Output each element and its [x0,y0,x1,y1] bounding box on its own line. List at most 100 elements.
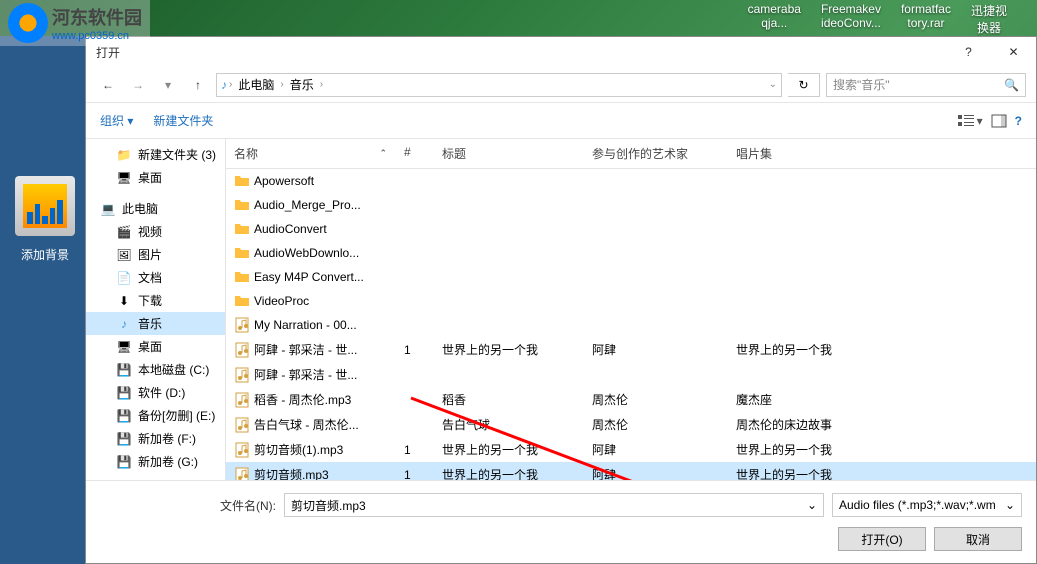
tree-item-新建文件夹 (3)[interactable]: 📁新建文件夹 (3) [86,143,225,166]
dialog-title: 打开 [96,44,946,61]
disk-icon: 💾 [116,362,132,378]
folder-icon [234,197,250,213]
tree-item-备份[勿删] (E:)[interactable]: 💾备份[勿删] (E:) [86,404,225,427]
breadcrumb-music[interactable]: 音乐 [286,76,318,93]
file-row[interactable]: 剪切音频(1).mp3 1 世界上的另一个我 阿肆 世界上的另一个我 [226,437,1036,462]
tree-item-图片[interactable]: 🖼图片 [86,243,225,266]
chevron-right-icon: › [280,79,283,90]
mp3-icon [234,467,250,481]
video-icon: 🎬 [116,224,132,240]
column-album[interactable]: 唱片集 [728,143,1036,164]
navigation-bar: ← → ▾ ↑ ♪ › 此电脑 › 音乐 › ⌄ ↻ 搜索"音乐" 🔍 [86,67,1036,103]
site-watermark: 河东软件园 www.pc0359.cn [0,0,150,46]
tree-item-本地磁盘 (C:)[interactable]: 💾本地磁盘 (C:) [86,358,225,381]
forward-button[interactable]: → [126,73,150,97]
watermark-url: www.pc0359.cn [52,30,142,42]
new-folder-button[interactable]: 新建文件夹 [153,112,213,129]
tree-item-下载[interactable]: ⬇下载 [86,289,225,312]
preview-pane-button[interactable] [991,114,1007,128]
tree-item-软件 (D:)[interactable]: 💾软件 (D:) [86,381,225,404]
download-icon: ⬇ [116,293,132,309]
file-row[interactable]: Easy M4P Convert... [226,265,1036,289]
chevron-down-icon[interactable]: ⌄ [807,498,817,512]
chevron-down-icon[interactable]: ⌄ [769,79,777,90]
file-row[interactable]: AudioConvert [226,217,1036,241]
dialog-footer: 文件名(N): 剪切音频.mp3 ⌄ Audio files (*.mp3;*.… [86,480,1036,563]
disk-icon: 💾 [116,431,132,447]
mp3-icon [234,442,250,458]
folder-icon [234,293,250,309]
desktop-icon: 🖥 [116,339,132,355]
file-row[interactable]: Apowersoft [226,169,1036,193]
file-row[interactable]: 稻香 - 周杰伦.mp3 稻香 周杰伦 魔杰座 [226,387,1036,412]
file-row[interactable]: VideoProc [226,289,1036,313]
desktop-taskbar-items: camerabaqja...FreemakevideoConv...format… [718,0,1037,38]
mp3-icon [234,367,250,383]
file-list[interactable]: Apowersoft Audio_Merge_Pro... AudioConve… [226,169,1036,480]
open-file-dialog: 打开 ? ✕ ← → ▾ ↑ ♪ › 此电脑 › 音乐 › ⌄ ↻ 搜索"音乐"… [85,36,1037,564]
up-button[interactable]: ↑ [186,73,210,97]
file-row[interactable]: Audio_Merge_Pro... [226,193,1036,217]
channel-thumbnail[interactable] [15,176,75,236]
folder-tree[interactable]: 📁新建文件夹 (3)🖥桌面💻此电脑🎬视频🖼图片📄文档⬇下载♪音乐🖥桌面💾本地磁盘… [86,139,226,480]
file-row[interactable]: AudioWebDownlo... [226,241,1036,265]
organize-menu[interactable]: 组织 ▾ [100,112,133,129]
tree-item-桌面[interactable]: 🖥桌面 [86,166,225,189]
column-track[interactable]: # [396,143,434,164]
disk-icon: 💾 [116,408,132,424]
file-row[interactable]: My Narration - 00... [226,313,1036,337]
music-icon: ♪ [116,316,132,332]
tree-item-文档[interactable]: 📄文档 [86,266,225,289]
search-icon: 🔍 [1004,78,1019,92]
view-menu[interactable]: ▾ [957,114,983,128]
file-row[interactable]: 剪切音频.mp3 1 世界上的另一个我 阿肆 世界上的另一个我 [226,462,1036,480]
breadcrumb-this-pc[interactable]: 此电脑 [234,76,278,93]
file-row[interactable]: 阿肆 - 郭采洁 - 世... 1 世界上的另一个我 阿肆 世界上的另一个我 [226,337,1036,362]
dialog-titlebar: 打开 ? ✕ [86,37,1036,67]
tree-item-此电脑[interactable]: 💻此电脑 [86,197,225,220]
tree-item-新加卷 (F:)[interactable]: 💾新加卷 (F:) [86,427,225,450]
search-input[interactable]: 搜索"音乐" 🔍 [826,73,1026,97]
watermark-logo [8,3,48,43]
background-app-sidebar: 添加背景 [0,36,90,564]
document-icon: 📄 [116,270,132,286]
disk-icon: 💾 [116,454,132,470]
picture-icon: 🖼 [116,247,132,263]
filename-label: 文件名(N): [220,497,276,514]
chevron-right-icon: › [229,79,232,90]
file-list-header[interactable]: 名称 ⌃ # 标题 参与创作的艺术家 唱片集 [226,139,1036,169]
folder-icon: 📁 [116,147,132,163]
folder-icon [234,221,250,237]
back-button[interactable]: ← [96,73,120,97]
pc-icon: 💻 [100,201,116,217]
column-title[interactable]: 标题 [434,143,584,164]
refresh-button[interactable]: ↻ [788,73,820,97]
filetype-filter[interactable]: Audio files (*.mp3;*.wav;*.wm ⌄ [832,493,1022,517]
column-name[interactable]: 名称 ⌃ [226,143,396,164]
dialog-toolbar: 组织 ▾ 新建文件夹 ▾ ? [86,103,1036,139]
mp3-icon [234,317,250,333]
help-button[interactable]: ? [946,37,991,67]
folder-icon [234,245,250,261]
file-row[interactable]: 告白气球 - 周杰伦... 告白气球 周杰伦 周杰伦的床边故事 [226,412,1036,437]
help-button[interactable]: ? [1015,114,1022,128]
tree-item-音乐[interactable]: ♪音乐 [86,312,225,335]
tree-item-视频[interactable]: 🎬视频 [86,220,225,243]
filename-input[interactable]: 剪切音频.mp3 ⌄ [284,493,824,517]
desktop-icon: 🖥 [116,170,132,186]
column-artist[interactable]: 参与创作的艺术家 [584,143,728,164]
tree-item-新加卷 (G:)[interactable]: 💾新加卷 (G:) [86,450,225,473]
open-button[interactable]: 打开(O) [838,527,926,551]
chevron-right-icon: › [320,79,323,90]
file-row[interactable]: 阿肆 - 郭采洁 - 世... [226,362,1036,387]
disk-icon: 💾 [116,385,132,401]
folder-icon [234,269,250,285]
breadcrumb-bar[interactable]: ♪ › 此电脑 › 音乐 › ⌄ [216,73,782,97]
close-button[interactable]: ✕ [991,37,1036,67]
cancel-button[interactable]: 取消 [934,527,1022,551]
mp3-icon [234,417,250,433]
folder-icon [234,173,250,189]
recent-button[interactable]: ▾ [156,73,180,97]
tree-item-桌面[interactable]: 🖥桌面 [86,335,225,358]
channel-label: 添加背景 [0,246,90,263]
